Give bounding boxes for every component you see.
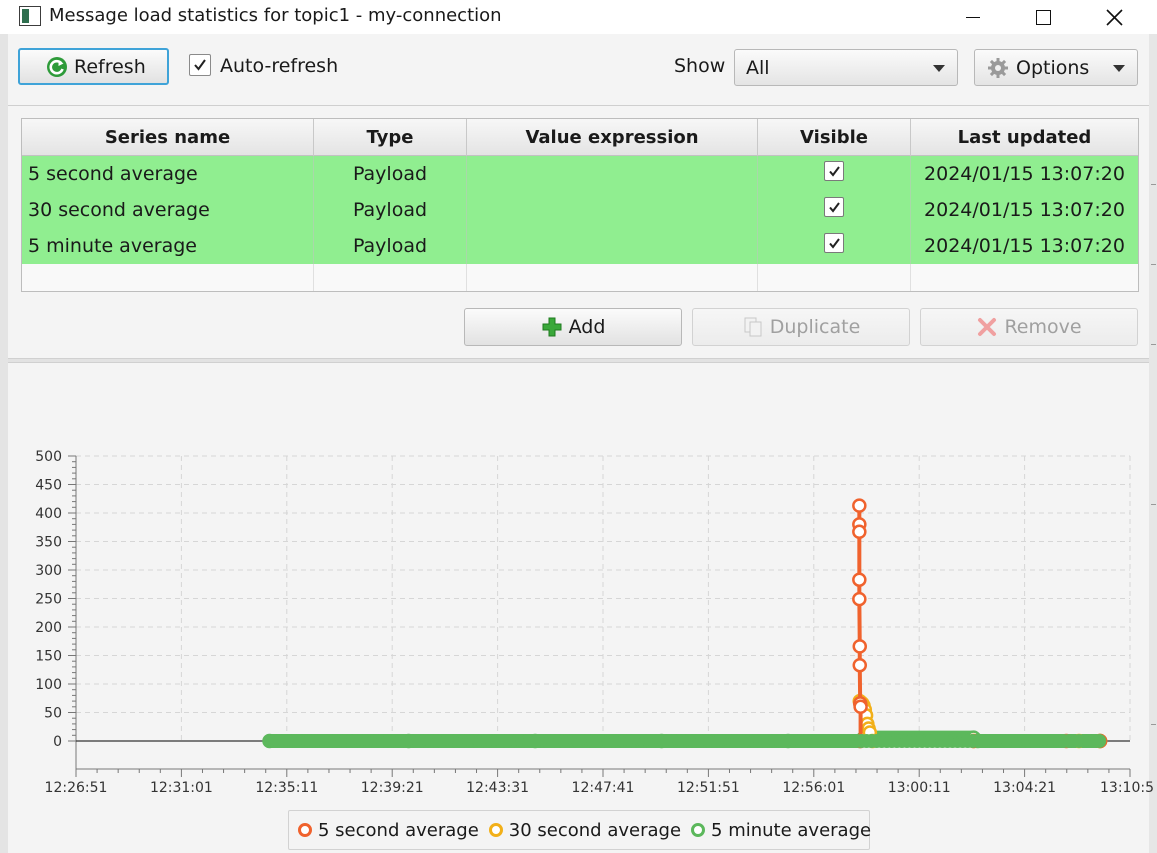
legend-marker-icon xyxy=(488,823,503,837)
y-tick-label: 150 xyxy=(35,649,62,665)
legend-label: 5 second average xyxy=(318,819,479,841)
legend-label: 30 second average xyxy=(508,819,682,841)
x-tick-label: 12:51:51 xyxy=(677,780,740,796)
data-point xyxy=(853,699,868,715)
legend-item: 30 second average xyxy=(488,819,682,841)
x-tick-label: 12:31:01 xyxy=(150,780,213,796)
y-tick-label: 0 xyxy=(53,734,62,750)
legend-marker-icon xyxy=(691,823,706,837)
data-point xyxy=(852,639,868,654)
legend-item: 5 minute average xyxy=(691,820,871,841)
data-point xyxy=(1092,734,1107,748)
x-tick-label: 12:35:11 xyxy=(255,780,318,796)
chart-legend: 5 second average 30 second average 5 min… xyxy=(288,810,871,850)
y-tick-label: 250 xyxy=(35,592,62,608)
y-tick-label: 300 xyxy=(35,563,62,579)
y-tick-label: 350 xyxy=(35,535,62,551)
x-tick-label: 13:10:5 xyxy=(1100,780,1154,796)
load-chart: 0 50 100 150 200 250 300 350 400 450 500 12:26:51 12… xyxy=(35,449,1154,796)
legend-item: 5 second average xyxy=(298,820,479,841)
legend-label: 5 minute average xyxy=(711,819,872,841)
data-point xyxy=(852,524,867,540)
y-tick-label: 400 xyxy=(35,506,62,522)
x-tick-label: 12:43:31 xyxy=(466,780,529,796)
x-tick-label: 12:47:41 xyxy=(572,780,635,796)
y-tick-label: 500 xyxy=(35,449,62,465)
y-tick-label: 100 xyxy=(35,677,62,693)
x-tick-label: 13:04:21 xyxy=(993,780,1056,796)
legend-marker-icon xyxy=(298,823,312,837)
y-tick-label: 450 xyxy=(35,478,62,494)
x-tick-label: 12:39:21 xyxy=(361,780,424,796)
data-point xyxy=(852,572,867,587)
y-tick-label: 50 xyxy=(44,706,62,722)
data-point xyxy=(852,498,867,513)
data-point xyxy=(852,591,867,607)
series-line xyxy=(857,505,1101,743)
x-tick-label: 13:00:11 xyxy=(888,780,951,796)
data-point xyxy=(852,657,868,673)
y-tick-label: 200 xyxy=(35,620,62,636)
x-tick-label: 12:56:01 xyxy=(782,780,845,796)
x-tick-label: 12:26:51 xyxy=(45,780,108,796)
